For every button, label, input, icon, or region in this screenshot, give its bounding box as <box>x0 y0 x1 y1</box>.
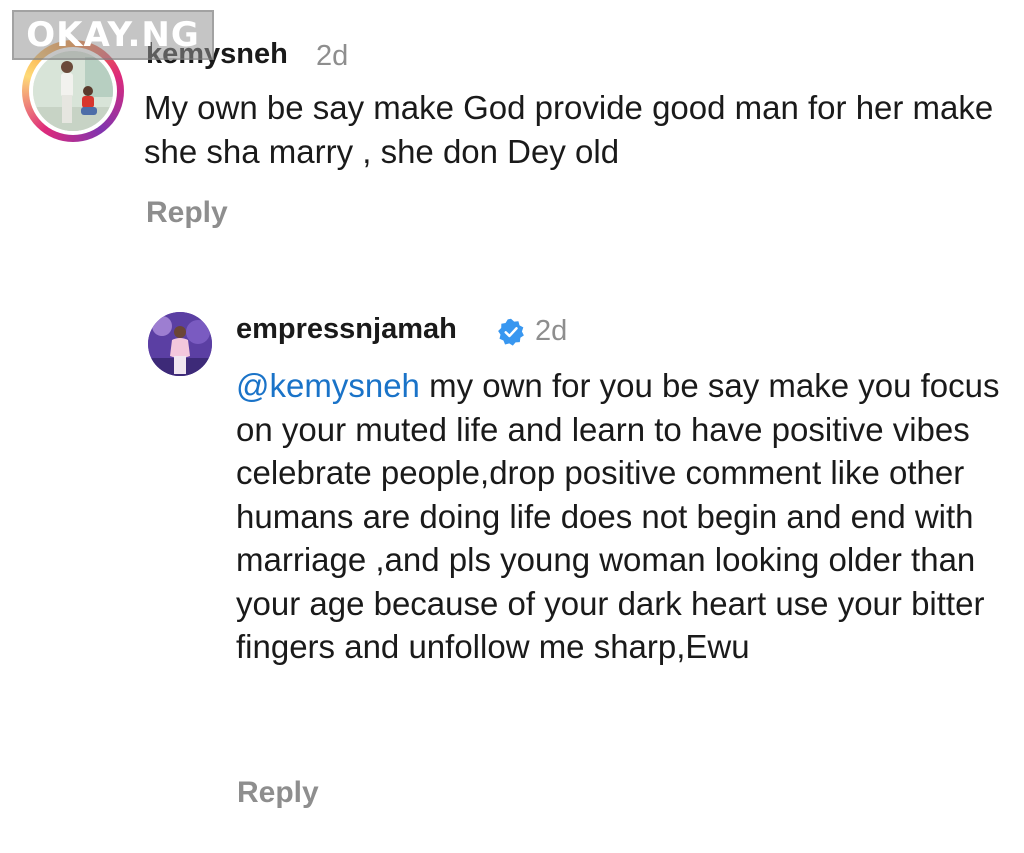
comment-timestamp: 2d <box>535 315 568 347</box>
okayng-watermark: OKAY.NG <box>12 10 214 60</box>
watermark-text: OKAY.NG <box>26 15 200 55</box>
comment-text: @kemysneh my own for you be say make you… <box>236 364 1006 669</box>
comment-text: My own be say make God provide good man … <box>144 89 994 170</box>
avatar[interactable] <box>148 312 212 376</box>
avatar-photo-art <box>33 51 113 131</box>
comment-text-body: my own for you be say make you focus on … <box>236 367 1000 665</box>
reply-button[interactable]: Reply <box>237 776 319 810</box>
story-ring-inner <box>29 47 117 135</box>
comment-username[interactable]: empressnjamah <box>236 313 457 346</box>
comment-timestamp: 2d <box>316 40 349 72</box>
avatar-photo <box>33 51 113 131</box>
mention-link[interactable]: @kemysneh <box>236 367 420 404</box>
verified-badge-icon <box>498 318 524 346</box>
reply-button[interactable]: Reply <box>146 196 228 230</box>
avatar-photo-art <box>148 312 212 376</box>
